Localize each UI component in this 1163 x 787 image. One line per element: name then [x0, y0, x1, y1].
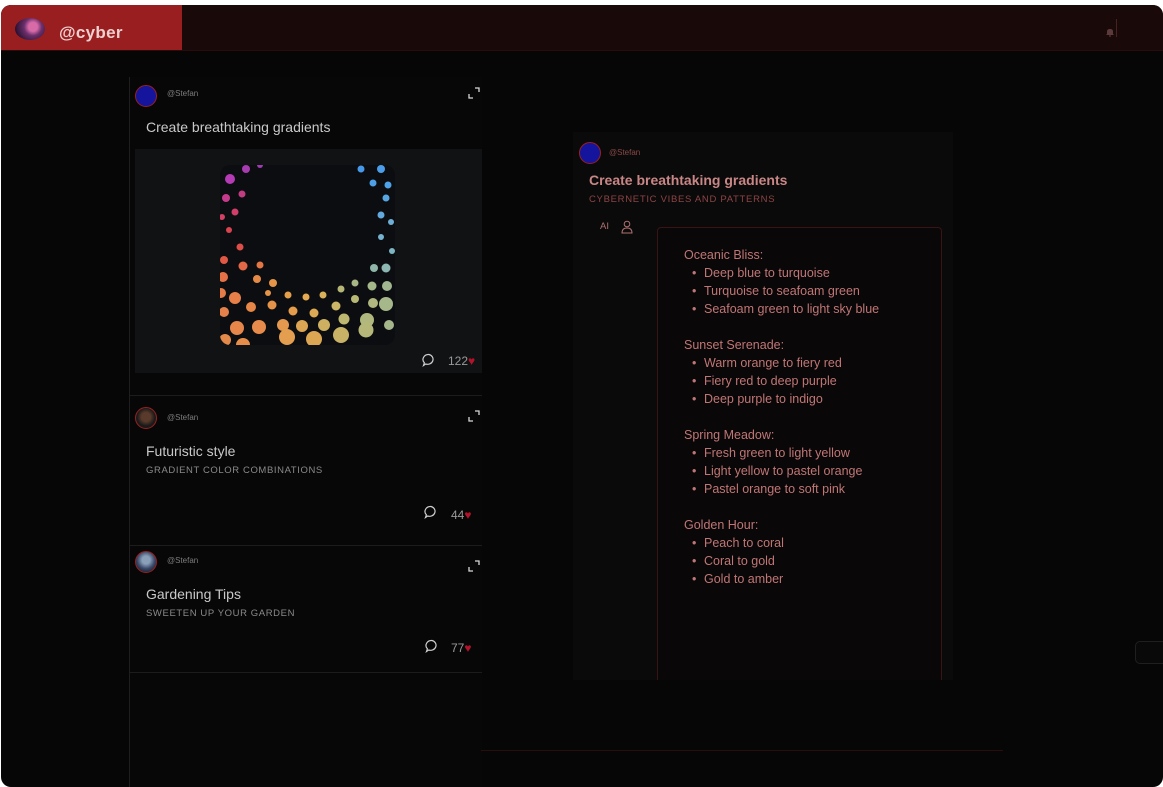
post-image	[135, 149, 482, 373]
like-count[interactable]: 44♥	[451, 508, 471, 522]
expand-icon[interactable]	[468, 560, 480, 572]
side-toggle-button[interactable]	[1135, 641, 1163, 664]
like-count[interactable]: 122♥	[448, 354, 475, 368]
list-item: Deep blue to turquoise	[692, 266, 830, 280]
ai-label: AI	[600, 221, 609, 232]
post-title: Create breathtaking gradients	[589, 172, 788, 188]
list-item: Pastel orange to soft pink	[692, 482, 845, 496]
username: @cyber	[59, 23, 123, 42]
avatar	[579, 142, 601, 164]
list-item: Light yellow to pastel orange	[692, 464, 862, 478]
user-icon	[621, 220, 633, 234]
gradient-dots-artwork	[220, 165, 395, 345]
expand-icon[interactable]	[468, 410, 480, 422]
post-title: Futuristic style	[146, 443, 236, 459]
feed-post[interactable]: @Stefan Futuristic style GRADIENT COLOR …	[130, 395, 482, 546]
list-item: Fiery red to deep purple	[692, 374, 837, 388]
ai-response: Oceanic Bliss: Deep blue to turquoise Tu…	[657, 227, 942, 680]
list-item: Fresh green to light yellow	[692, 446, 850, 460]
top-bar: @cyber	[1, 5, 1163, 51]
post-handle: @Stefan	[609, 148, 641, 157]
feed-post[interactable]: @Stefan Gardening Tips SWEETEN UP YOUR G…	[130, 545, 482, 673]
list-item: Seafoam green to light sky blue	[692, 302, 879, 316]
expand-icon[interactable]	[468, 87, 480, 99]
section-heading: Golden Hour:	[684, 518, 759, 532]
post-handle: @Stefan	[167, 556, 199, 565]
heart-icon[interactable]: ♥	[464, 508, 471, 522]
app-window: @cyber @Stefan Create breathtaking gradi…	[1, 5, 1163, 787]
heart-icon[interactable]: ♥	[468, 354, 475, 368]
list-item: Deep purple to indigo	[692, 392, 823, 406]
post-subtitle: GRADIENT COLOR COMBINATIONS	[146, 465, 323, 476]
like-count-value: 77	[451, 641, 465, 655]
bell-icon[interactable]	[1105, 27, 1115, 37]
feed-post[interactable]: @Stefan Create breathtaking gradients 12…	[130, 77, 482, 396]
list-item: Coral to gold	[692, 554, 775, 568]
like-count-value: 44	[451, 508, 465, 522]
like-count-value: 122	[448, 354, 469, 368]
post-subtitle: CYBERNETIC VIBES AND PATTERNS	[589, 194, 776, 205]
comment-icon[interactable]	[425, 639, 439, 653]
user-profile-button[interactable]: @cyber	[1, 5, 182, 50]
list-item: Gold to amber	[692, 572, 783, 586]
divider	[481, 750, 1003, 751]
list-item: Peach to coral	[692, 536, 784, 550]
post-handle: @Stefan	[167, 89, 199, 98]
post-title: Gardening Tips	[146, 586, 241, 602]
list-item: Turquoise to seafoam green	[692, 284, 860, 298]
post-handle: @Stefan	[167, 413, 199, 422]
section-heading: Spring Meadow:	[684, 428, 775, 442]
list-item: Warm orange to fiery red	[692, 356, 842, 370]
avatar	[15, 18, 45, 40]
post-subtitle: SWEETEN UP YOUR GARDEN	[146, 608, 296, 619]
avatar	[135, 407, 157, 429]
avatar	[135, 85, 157, 107]
comment-icon[interactable]	[422, 353, 436, 367]
avatar	[135, 551, 157, 573]
like-count[interactable]: 77♥	[451, 641, 471, 655]
post-title: Create breathtaking gradients	[146, 119, 331, 135]
comment-icon[interactable]	[424, 505, 438, 519]
heart-icon[interactable]: ♥	[464, 641, 471, 655]
section-heading: Oceanic Bliss:	[684, 248, 764, 262]
feed: @Stefan Create breathtaking gradients 12…	[129, 77, 482, 787]
divider	[1116, 19, 1117, 37]
post-detail-panel: @Stefan Create breathtaking gradients CY…	[573, 132, 953, 680]
section-heading: Sunset Serenade:	[684, 338, 785, 352]
